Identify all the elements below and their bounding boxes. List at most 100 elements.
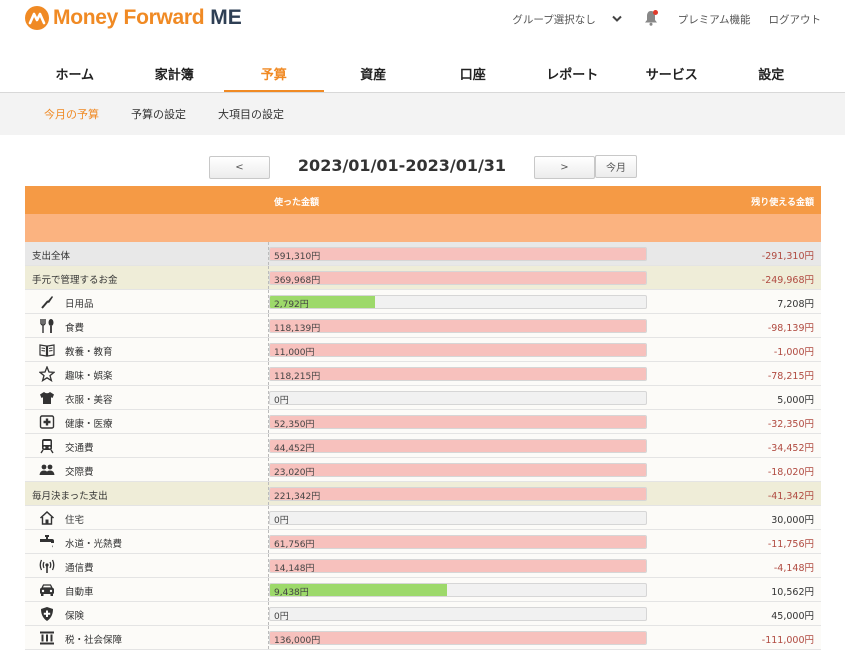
budget-progress-bar: 23,020円 — [269, 463, 647, 477]
budget-progress-bar: 221,342円 — [269, 487, 647, 501]
budget-row-item[interactable]: 交際費 23,020円 -18,020円 — [25, 458, 821, 482]
remaining-amount: -249,968円 — [761, 275, 814, 286]
house-icon — [39, 510, 55, 526]
top-right-menu: グループ選択なし プレミアム機能 ログアウト — [512, 10, 821, 29]
period-label: 2023/01/01-2023/01/31 — [297, 156, 507, 175]
budget-progress-bar: 118,215円 — [269, 367, 647, 381]
nav-tab[interactable]: 家計簿 — [125, 54, 225, 92]
budget-row-item[interactable]: 衣服・美容 0円 5,000円 — [25, 386, 821, 410]
prev-month-button[interactable]: < — [209, 156, 270, 179]
budget-row-item[interactable]: 食費 118,139円 -98,139円 — [25, 314, 821, 338]
category-name: 教養・教育 — [65, 347, 113, 358]
remaining-amount: 30,000円 — [771, 515, 814, 526]
nav-tab[interactable]: ホーム — [25, 54, 125, 92]
category-name: 保険 — [65, 611, 85, 622]
subnav-item[interactable]: 今月の予算 — [44, 106, 99, 122]
main-nav: ホーム 家計簿 予算 資産 口座 レポート サービス 設定 — [25, 54, 822, 93]
budget-progress-bar: 591,310円 — [269, 247, 647, 261]
budget-row-item[interactable]: 通信費 14,148円 -4,148円 — [25, 554, 821, 578]
food-icon — [39, 318, 55, 334]
budget-progress-fill — [270, 488, 646, 500]
category-name: 手元で管理するお金 — [32, 275, 118, 286]
subnav-item[interactable]: 予算の設定 — [131, 106, 186, 122]
used-amount: 11,000円 — [274, 348, 315, 357]
people-icon — [39, 462, 55, 478]
nav-tab[interactable]: 資産 — [324, 54, 424, 92]
remaining-amount: -4,148円 — [773, 563, 814, 574]
column-remaining-amount: 残り使える金額 — [751, 198, 814, 208]
logo[interactable]: Money Forward ME — [25, 6, 242, 30]
car-icon — [39, 582, 55, 598]
bank-icon — [39, 630, 55, 646]
used-amount: 369,968円 — [274, 276, 321, 285]
budget-progress-fill — [270, 464, 646, 476]
used-amount: 44,452円 — [274, 444, 315, 453]
budget-row-group[interactable]: 手元で管理するお金 369,968円 -249,968円 — [25, 266, 821, 290]
budget-progress-bar: 136,000円 — [269, 631, 647, 645]
budget-row-item[interactable]: 健康・医療 52,350円 -32,350円 — [25, 410, 821, 434]
nav-tab[interactable]: 設定 — [722, 54, 822, 92]
used-amount: 0円 — [274, 612, 289, 621]
remaining-amount: 10,562円 — [771, 587, 814, 598]
budget-progress-bar: 14,148円 — [269, 559, 647, 573]
budget-progress-fill — [270, 248, 646, 260]
category-name: 水道・光熱費 — [65, 539, 123, 550]
train-icon — [39, 438, 55, 454]
used-amount: 9,438円 — [274, 588, 309, 597]
nav-tab[interactable]: 予算 — [224, 54, 324, 93]
remaining-amount: -41,342円 — [767, 491, 814, 502]
nav-tab[interactable]: 口座 — [423, 54, 523, 92]
nav-tab[interactable]: レポート — [523, 54, 623, 92]
logo-suffix: ME — [210, 6, 242, 29]
remaining-amount: -32,350円 — [767, 419, 814, 430]
remaining-amount: -98,139円 — [767, 323, 814, 334]
budget-row-item[interactable]: 住宅 0円 30,000円 — [25, 506, 821, 530]
used-amount: 118,215円 — [274, 372, 321, 381]
budget-progress-fill — [270, 536, 646, 548]
remaining-amount: 7,208円 — [777, 299, 814, 310]
budget-row-group[interactable]: 毎月決まった支出 221,342円 -41,342円 — [25, 482, 821, 506]
used-amount: 2,792円 — [274, 300, 309, 309]
category-name: 毎月決まった支出 — [32, 491, 108, 502]
category-name: 住宅 — [65, 515, 85, 526]
budget-progress-fill — [270, 632, 646, 644]
used-amount: 118,139円 — [274, 324, 321, 333]
nav-tab[interactable]: サービス — [622, 54, 722, 92]
this-month-button[interactable]: 今月 — [595, 155, 637, 178]
budget-row-item[interactable]: 水道・光熱費 61,756円 -11,756円 — [25, 530, 821, 554]
budget-progress-fill — [270, 272, 646, 284]
used-amount: 221,342円 — [274, 492, 321, 501]
medical-icon — [39, 414, 55, 430]
top-bar: Money Forward ME グループ選択なし プレミアム機能 ログアウト — [0, 0, 845, 40]
category-name: 支出全体 — [32, 251, 71, 262]
budget-row-item[interactable]: 税・社会保障 136,000円 -111,000円 — [25, 626, 821, 650]
premium-link[interactable]: プレミアム機能 — [678, 12, 751, 27]
shield-icon — [39, 606, 55, 622]
budget-progress-fill — [270, 344, 646, 356]
remaining-amount: -291,310円 — [761, 251, 814, 262]
budget-progress-fill — [270, 368, 646, 380]
next-month-button[interactable]: > — [534, 156, 595, 179]
budget-progress-bar: 2,792円 — [269, 295, 647, 309]
budget-progress-bar: 11,000円 — [269, 343, 647, 357]
budget-row-item[interactable]: 自動車 9,438円 10,562円 — [25, 578, 821, 602]
subnav-item[interactable]: 大項目の設定 — [218, 106, 284, 122]
budget-row-item[interactable]: 教養・教育 11,000円 -1,000円 — [25, 338, 821, 362]
notification-bell-icon[interactable] — [644, 10, 658, 29]
budget-row-item[interactable]: 趣味・娯楽 118,215円 -78,215円 — [25, 362, 821, 386]
group-select[interactable]: グループ選択なし — [512, 12, 595, 27]
budget-progress-bar: 52,350円 — [269, 415, 647, 429]
budget-progress-bar: 369,968円 — [269, 271, 647, 285]
used-amount: 591,310円 — [274, 252, 321, 261]
budget-progress-bar: 44,452円 — [269, 439, 647, 453]
period-nav: < 2023/01/01-2023/01/31 > 今月 — [0, 155, 845, 181]
logout-link[interactable]: ログアウト — [769, 12, 822, 27]
budget-row-item[interactable]: 保険 0円 45,000円 — [25, 602, 821, 626]
daily-goods-icon — [39, 294, 55, 310]
budget-progress-fill — [270, 560, 646, 572]
chevron-down-icon[interactable] — [612, 14, 622, 26]
faucet-icon — [39, 534, 55, 550]
budget-row-item[interactable]: 日用品 2,792円 7,208円 — [25, 290, 821, 314]
budget-row-item[interactable]: 交通費 44,452円 -34,452円 — [25, 434, 821, 458]
budget-row-total[interactable]: 支出全体 591,310円 -291,310円 — [25, 242, 821, 266]
